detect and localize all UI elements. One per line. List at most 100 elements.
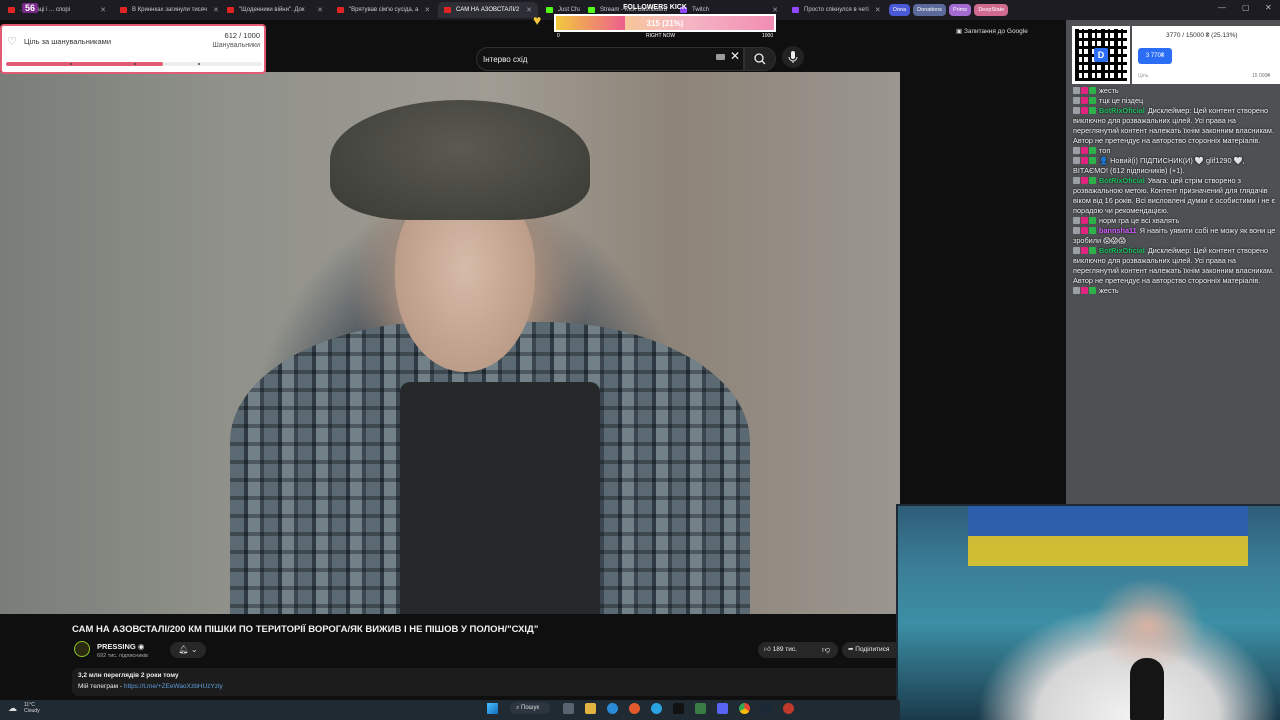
bookmark-pill[interactable]: DeepState xyxy=(974,4,1009,16)
badge-icon xyxy=(1073,147,1080,154)
browser-tab[interactable]: В Криннках загинули тисяч ✕ xyxy=(114,2,219,18)
search-button[interactable] xyxy=(744,47,776,71)
chat-message: BotRixOficial Увага: цей стрім створено з… xyxy=(1070,176,1278,216)
taskbar-search[interactable]: ⌕ Пошук xyxy=(510,702,550,714)
chat-username[interactable]: BotRixOficial xyxy=(1099,246,1145,255)
goal-marker xyxy=(70,63,72,65)
chat-message: BotRixOficial Дисклеймер: Цей контент ств… xyxy=(1070,106,1278,146)
tab-favicon-icon xyxy=(792,7,799,13)
tab-label: Просто спікнулся в четі xyxy=(804,7,869,13)
tab-label: "Врятував сім'ю сусіда, а xyxy=(349,7,419,13)
close-window-icon[interactable]: ✕ xyxy=(1265,3,1272,12)
maximize-icon[interactable]: ▢ xyxy=(1242,3,1250,12)
chat-text: норм гра це всі хвалять xyxy=(1099,216,1180,225)
kick-goal-max: 1000 xyxy=(762,33,774,39)
overlay-counter: 56 xyxy=(22,3,39,13)
donation-goal-min: Ціль xyxy=(1138,73,1149,79)
share-label: Поділитися xyxy=(855,646,890,653)
close-tab-icon[interactable]: ✕ xyxy=(94,6,106,14)
tab-label: В Криннках загинули тисяч xyxy=(132,7,208,13)
file-explorer-icon[interactable] xyxy=(585,703,596,714)
notifications-button[interactable]: 🔔︎ ⌄ xyxy=(170,642,206,658)
share-button[interactable]: ➦ Поділитися xyxy=(842,642,900,658)
bookmark-pill[interactable]: Prime xyxy=(948,4,972,16)
badge-icon xyxy=(1089,227,1096,234)
start-button[interactable] xyxy=(487,703,498,714)
like-button[interactable]: 👍︎ 189 тис. xyxy=(758,642,820,658)
verified-icon: ◉ xyxy=(137,642,145,651)
tab-favicon-icon xyxy=(227,7,234,13)
channel-name[interactable]: PRESSING ◉ xyxy=(97,642,144,651)
studio-microphone xyxy=(1130,658,1164,720)
close-tab-icon[interactable]: ✕ xyxy=(207,6,219,14)
badge-icon xyxy=(1073,107,1080,114)
discord-icon[interactable] xyxy=(717,703,728,714)
voice-search-button[interactable] xyxy=(782,46,804,68)
donation-qr-code: D xyxy=(1072,26,1130,84)
minimize-icon[interactable]: — xyxy=(1218,3,1226,12)
heart-hand-icon: ♡ xyxy=(7,36,17,48)
chat-message: жесть xyxy=(1070,86,1278,96)
badge-icon xyxy=(1089,247,1096,254)
bookmark-pill[interactable]: Dona xyxy=(889,4,911,16)
telegram-link[interactable]: https://t.me/+ZEeWaoXzbHUzYzly xyxy=(124,683,223,690)
chat-username[interactable]: BotRixOficial xyxy=(1099,106,1145,115)
steam-icon[interactable] xyxy=(761,703,772,714)
tab-favicon-icon xyxy=(8,7,15,13)
search-input[interactable] xyxy=(483,51,713,67)
ask-google-label: Запитання до Google xyxy=(963,28,1028,35)
close-tab-icon[interactable]: ✕ xyxy=(311,6,323,14)
clear-search-icon[interactable]: ✕ xyxy=(730,49,740,63)
donatello-logo-icon: D xyxy=(1094,48,1108,62)
browser-tab[interactable]: ...гентаці і ... спорі ✕ xyxy=(2,2,112,18)
browser-tab[interactable]: "Врятував сім'ю сусіда, а ✕ xyxy=(331,2,436,18)
video-player[interactable] xyxy=(0,72,900,614)
obs-icon[interactable] xyxy=(673,703,684,714)
views-and-date: 3,2 млн переглядів 2 роки тому xyxy=(78,672,179,679)
close-tab-icon[interactable]: ✕ xyxy=(418,6,430,14)
ask-google-link[interactable]: ▣ Запитання до Google xyxy=(956,27,1028,35)
browser-tab[interactable]: "Щоденники війни". Док ✕ xyxy=(221,2,329,18)
weather-widget[interactable]: 11°C Cloudy xyxy=(24,702,40,714)
chat-text: 👤 Новий(і) ПІДПИСНИК(И) 🤍 glif1290 🤍, ВІ… xyxy=(1073,156,1245,175)
badge-icon xyxy=(1081,87,1088,94)
edge-icon[interactable] xyxy=(607,703,618,714)
channel-avatar[interactable] xyxy=(74,641,90,657)
browser-tab[interactable]: Просто спікнулся в четі ✕ xyxy=(786,2,886,18)
bookmark-pill[interactable]: Donations xyxy=(913,4,946,16)
chat-username[interactable]: bannsha11 xyxy=(1099,226,1137,235)
search-icon xyxy=(754,53,766,65)
close-tab-icon[interactable]: ✕ xyxy=(520,6,532,14)
goal-unit: Шанувальники xyxy=(212,42,260,49)
chat-message: BotRixOficial Дисклеймер: Цей контент ств… xyxy=(1070,246,1278,286)
user-badges xyxy=(1073,96,1099,106)
app-icon[interactable] xyxy=(783,703,794,714)
firefox-icon[interactable] xyxy=(629,703,640,714)
kick-followers-goal: FOLLOWERS KICK 315 (31%) 0 RIGHT NOW 100… xyxy=(554,2,776,42)
user-badges xyxy=(1073,86,1099,96)
video-frame-hat xyxy=(330,100,590,220)
chat-text: жесть xyxy=(1099,86,1119,95)
close-tab-icon[interactable]: ✕ xyxy=(869,6,881,14)
user-badges xyxy=(1073,246,1099,256)
keyboard-icon[interactable] xyxy=(716,54,725,60)
chat-message: топ xyxy=(1070,146,1278,156)
donation-amount-pill: 3 770₴ xyxy=(1138,48,1172,64)
badge-icon xyxy=(1089,147,1096,154)
donation-goal-text: 3770 / 15000 ₴ (25.13%) xyxy=(1166,32,1238,39)
chat-username[interactable]: BotRixOficial xyxy=(1099,176,1145,185)
goal-progress-track xyxy=(6,62,262,66)
description-box[interactable] xyxy=(72,668,900,696)
video-frame-tshirt xyxy=(400,382,600,614)
browser-tab[interactable]: САМ НА АЗОВСТАЛІ/2 ✕ xyxy=(438,2,538,18)
kick-goal-now: RIGHT NOW xyxy=(646,33,676,39)
telegram-icon[interactable] xyxy=(651,703,662,714)
badge-icon xyxy=(1081,97,1088,104)
task-view-icon[interactable] xyxy=(563,703,574,714)
chrome-icon[interactable] xyxy=(739,703,750,714)
kick-goal-value: 315 (31%) xyxy=(646,19,684,28)
dislike-button[interactable]: 👎︎ xyxy=(814,642,838,658)
app-icon[interactable] xyxy=(695,703,706,714)
badge-icon xyxy=(1089,217,1096,224)
chat-messages: жесть тцк це піздец BotRixOficial Дисклейме… xyxy=(1070,86,1278,296)
